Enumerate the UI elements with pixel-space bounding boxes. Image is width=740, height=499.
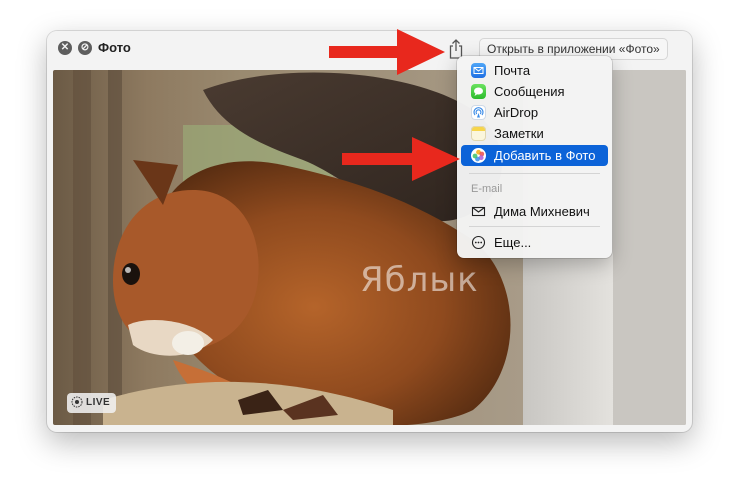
share-menu: Почта Сообщения AirDrop Заметки Добавить…: [457, 56, 612, 258]
watermark: Яблык: [360, 260, 479, 300]
live-badge[interactable]: LIVE: [67, 393, 117, 413]
envelope-icon: [471, 204, 486, 219]
live-badge-label: LIVE: [86, 397, 111, 408]
menu-divider: [469, 226, 600, 227]
menu-item-label: Дима Михневич: [494, 204, 590, 219]
menu-item-label: AirDrop: [494, 105, 539, 120]
menu-item-contact[interactable]: Дима Михневич: [461, 201, 608, 222]
menu-item-label: Добавить в Фото: [494, 148, 596, 163]
menu-item-mail[interactable]: Почта: [461, 60, 608, 81]
fullscreen-icon[interactable]: ⊘: [78, 41, 92, 55]
menu-divider: [469, 173, 600, 174]
menu-item-notes[interactable]: Заметки: [461, 123, 608, 144]
airdrop-icon: [471, 105, 486, 120]
red-arrow-add-to-photos: [342, 137, 460, 181]
menu-item-label: Заметки: [494, 126, 544, 141]
menu-section-label: E-mail: [471, 183, 503, 195]
menu-item-label: Еще...: [494, 235, 532, 250]
close-icon[interactable]: ✕: [58, 41, 72, 55]
red-arrow-share: [329, 29, 445, 75]
more-icon: [471, 235, 486, 250]
menu-item-airdrop[interactable]: AirDrop: [461, 102, 608, 123]
menu-item-messages[interactable]: Сообщения: [461, 81, 608, 102]
menu-item-label: Сообщения: [494, 84, 565, 99]
messages-icon: [471, 84, 486, 99]
menu-item-add-to-photos[interactable]: Добавить в Фото: [461, 145, 608, 166]
menu-item-more[interactable]: Еще...: [461, 232, 608, 253]
mail-icon: [471, 63, 486, 78]
menu-item-label: Почта: [494, 63, 531, 78]
notes-icon: [471, 126, 486, 141]
live-photo-icon: [71, 396, 83, 408]
photos-icon: [471, 148, 486, 163]
window-title: Фото: [98, 40, 131, 55]
